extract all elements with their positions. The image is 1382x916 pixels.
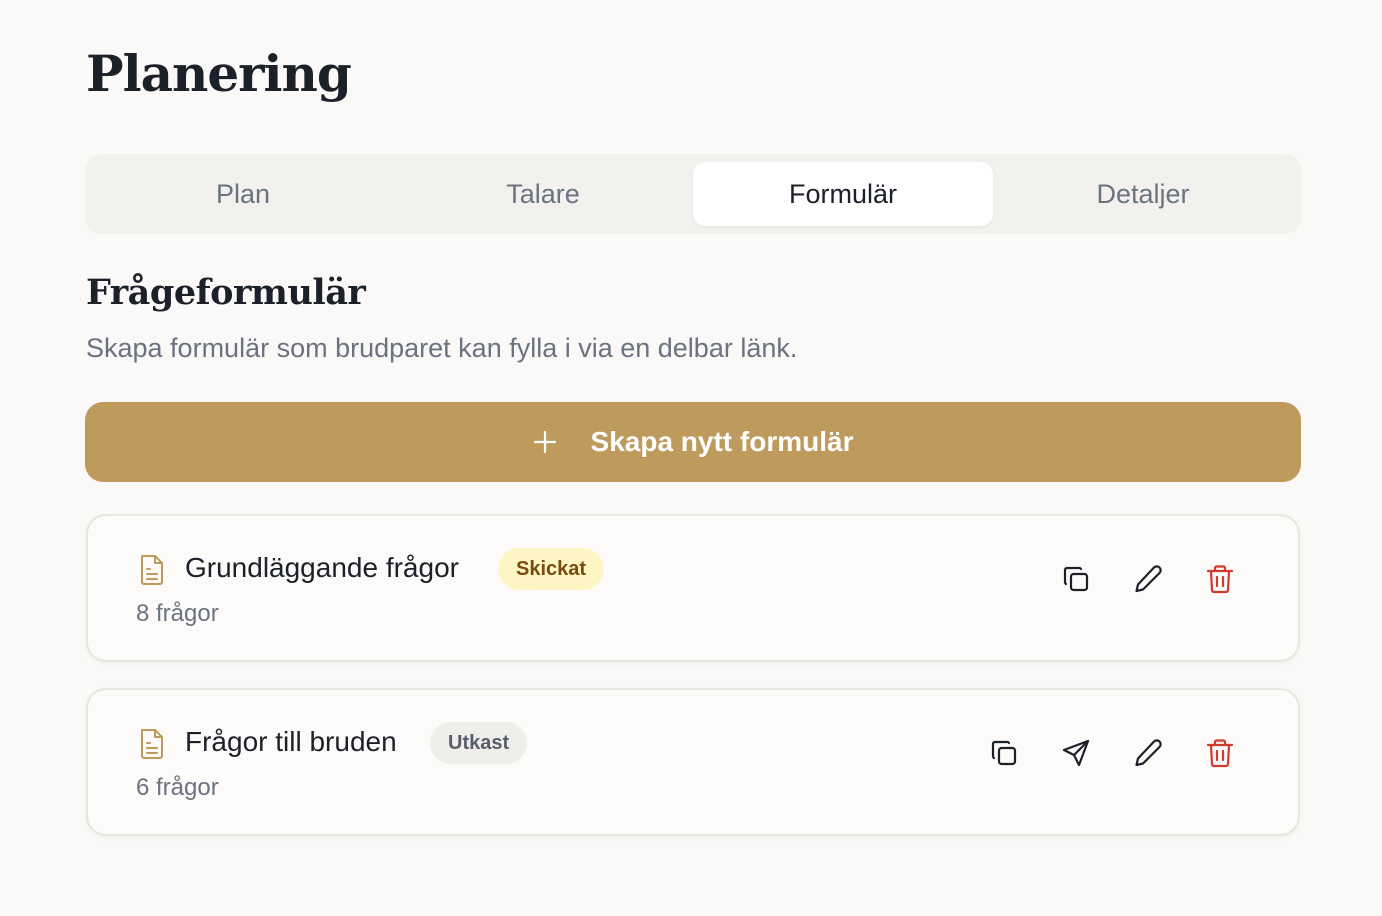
document-icon: [141, 729, 163, 759]
delete-button[interactable]: [1203, 562, 1237, 596]
form-card[interactable]: Grundläggande frågor Skickat 8 frågor: [86, 514, 1300, 662]
form-card[interactable]: Frågor till bruden Utkast 6 frågor: [86, 688, 1300, 836]
status-badge: Skickat: [498, 548, 605, 590]
form-title: Grundläggande frågor: [185, 552, 459, 583]
copy-button[interactable]: [1059, 562, 1093, 596]
copy-icon: [1063, 566, 1089, 592]
trash-icon: [1206, 565, 1234, 594]
section-title: Frågeformulär: [86, 272, 366, 313]
trash-icon: [1206, 739, 1234, 768]
planning-page: Planering Plan Talare Formulär Detaljer …: [0, 0, 1382, 916]
status-badge: Utkast: [430, 722, 528, 764]
tab-formular[interactable]: Formulär: [693, 162, 993, 226]
question-count: 8 frågor: [136, 600, 219, 627]
tab-talare[interactable]: Talare: [393, 162, 693, 226]
create-form-label: Skapa nytt formulär: [590, 426, 854, 457]
plus-icon: [533, 430, 556, 454]
page-title: Planering: [86, 44, 352, 103]
tab-bar: Plan Talare Formulär Detaljer: [85, 154, 1301, 234]
pencil-icon: [1135, 739, 1162, 767]
tab-detaljer[interactable]: Detaljer: [993, 162, 1293, 226]
tab-plan[interactable]: Plan: [93, 162, 393, 226]
send-icon: [1062, 739, 1090, 767]
question-count: 6 frågor: [136, 774, 219, 801]
send-button[interactable]: [1059, 736, 1093, 770]
edit-button[interactable]: [1131, 736, 1165, 770]
form-title: Frågor till bruden: [185, 726, 397, 757]
copy-button[interactable]: [987, 736, 1021, 770]
delete-button[interactable]: [1203, 736, 1237, 770]
section-description: Skapa formulär som brudparet kan fylla i…: [86, 333, 798, 363]
document-icon: [141, 555, 163, 585]
create-form-button[interactable]: Skapa nytt formulär: [85, 402, 1301, 482]
edit-button[interactable]: [1131, 562, 1165, 596]
copy-icon: [991, 740, 1017, 766]
pencil-icon: [1135, 565, 1162, 593]
